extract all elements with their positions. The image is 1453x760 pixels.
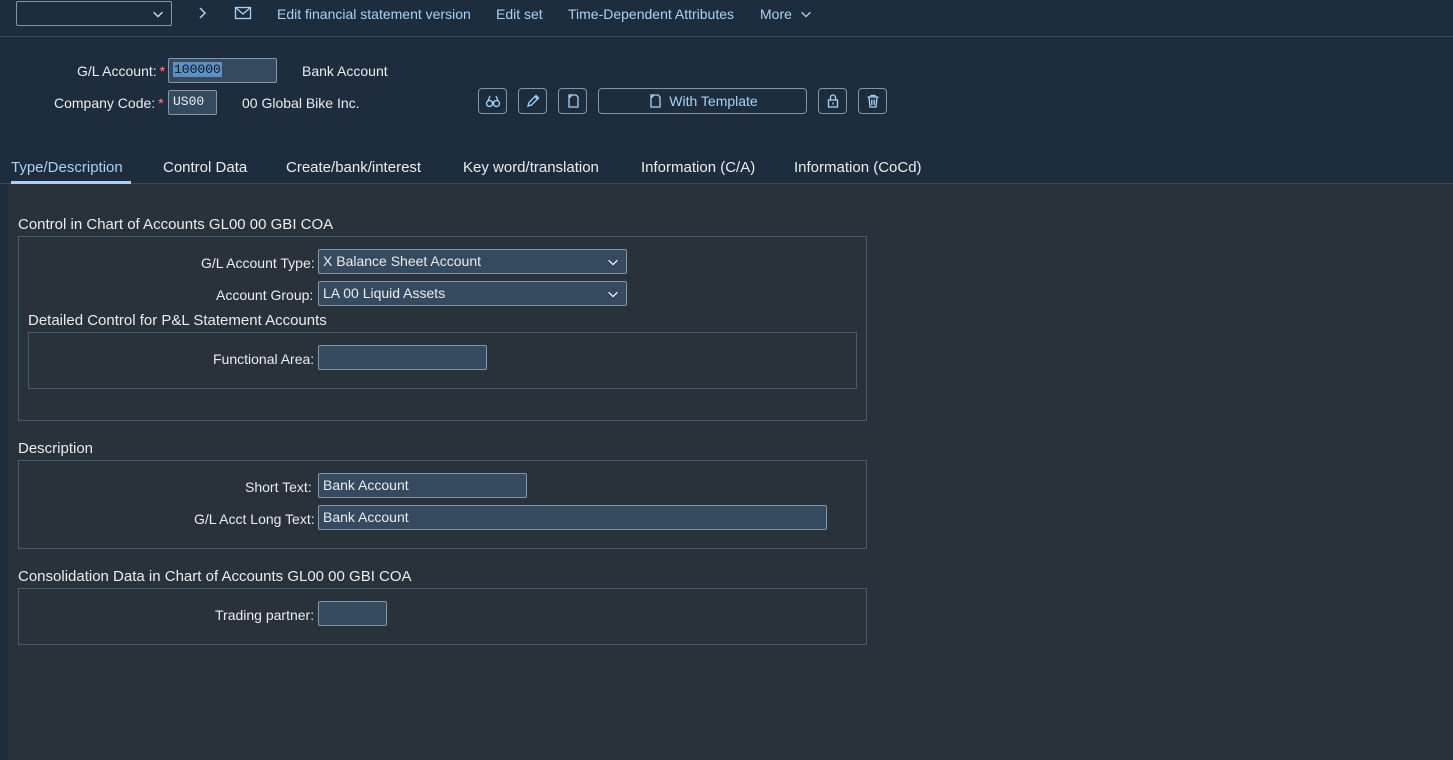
short-text-label: Short Text: [245,479,312,495]
trading-partner-label: Trading partner: [215,607,315,623]
trading-partner-input[interactable] [318,601,387,626]
envelope-icon[interactable] [234,4,252,22]
control-section-title: Control in Chart of Accounts GL00 00 GBI… [18,216,334,233]
short-text-input[interactable]: Bank Account [318,473,527,498]
left-strip [0,184,8,760]
edit-set-link[interactable]: Edit set [496,6,543,22]
account-type-select[interactable]: X Balance Sheet Account [318,249,627,274]
create-button[interactable] [558,88,587,114]
gl-account-input[interactable]: 100000 [168,58,277,83]
tab-strip: Type/Description Control Data Create/ban… [0,147,1453,184]
company-code-label: Company Code: * [54,95,164,111]
company-code-input[interactable]: US00 [168,90,217,115]
long-text-input[interactable]: Bank Account [318,505,827,530]
description-section-title: Description [18,440,94,457]
binoculars-icon [485,95,501,108]
account-type-value: X Balance Sheet Account [323,253,481,269]
account-group-label: Account Group: [216,287,314,303]
gl-account-label: G/L Account: * [77,63,166,79]
chevron-down-icon[interactable] [606,255,620,269]
tab-control-data[interactable]: Control Data [163,159,247,176]
trash-icon [867,94,879,108]
with-template-button[interactable]: With Template [598,88,807,114]
chevron-down-icon[interactable] [151,7,165,21]
account-type-label: G/L Account Type: [201,255,315,271]
account-group-value: LA 00 Liquid Assets [323,285,446,301]
more-menu[interactable]: More [760,6,813,22]
tab-key-word-translation[interactable]: Key word/translation [463,159,599,176]
long-text-label: G/L Acct Long Text: [194,511,315,527]
pl-control-title: Detailed Control for P&L Statement Accou… [28,312,327,329]
gl-account-description: Bank Account [302,63,388,79]
account-group-select[interactable]: LA 00 Liquid Assets [318,281,627,306]
chevron-down-icon[interactable] [606,287,620,301]
consolidation-group [18,588,867,645]
block-button[interactable] [818,88,847,114]
edit-button[interactable] [518,88,547,114]
with-template-label: With Template [669,93,758,109]
edit-fs-version-link[interactable]: Edit financial statement version [277,6,471,22]
tab-information-cocd[interactable]: Information (CoCd) [794,159,922,176]
display-button[interactable] [478,88,507,114]
company-code-description: 00 Global Bike Inc. [242,95,360,111]
time-dependent-attributes-link[interactable]: Time-Dependent Attributes [568,6,734,22]
tab-information-ca[interactable]: Information (C/A) [641,159,755,176]
toolbar: Edit financial statement version Edit se… [0,0,1453,37]
chevron-right-icon[interactable] [193,4,211,22]
delete-button[interactable] [858,88,887,114]
tab-create-bank-interest[interactable]: Create/bank/interest [286,159,421,176]
command-field[interactable] [16,1,172,26]
more-label: More [760,6,792,22]
tab-type-description[interactable]: Type/Description [11,159,123,176]
pencil-icon [527,94,540,107]
chevron-down-icon [800,11,811,18]
document-icon [650,94,661,108]
functional-area-label: Functional Area: [213,351,315,367]
lock-icon [827,94,839,108]
functional-area-input[interactable] [318,345,487,370]
consolidation-section-title: Consolidation Data in Chart of Accounts … [18,568,412,585]
document-icon [568,94,579,108]
